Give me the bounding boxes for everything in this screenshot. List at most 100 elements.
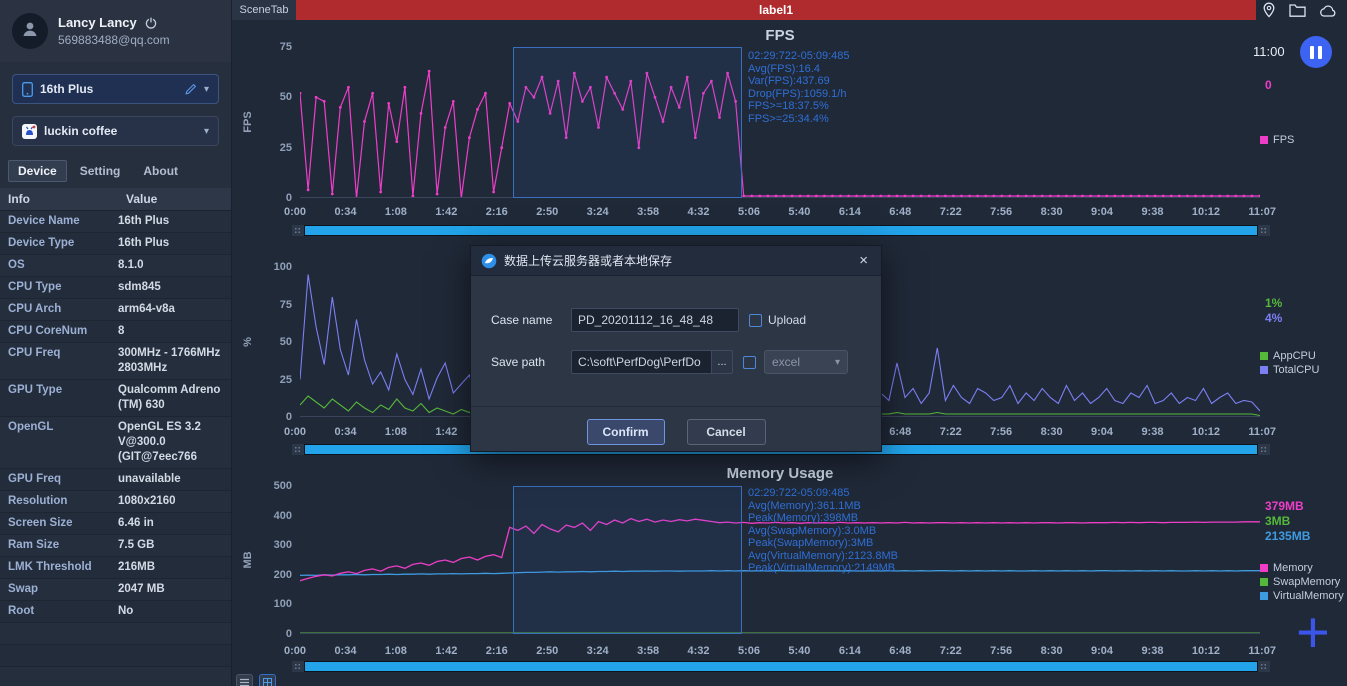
- scrollbar-left-grip[interactable]: [292, 444, 304, 455]
- fps-selection-box[interactable]: [513, 47, 742, 198]
- y-tick: 100: [273, 261, 292, 273]
- add-chart-button[interactable]: +: [1296, 604, 1330, 662]
- memory-y-axis-label: MB: [242, 551, 254, 569]
- case-name-input[interactable]: [571, 308, 739, 332]
- info-row: [0, 667, 231, 686]
- legend-item[interactable]: TotalCPU: [1260, 363, 1319, 377]
- legend-item[interactable]: Memory: [1260, 561, 1344, 575]
- info-row: OS 8.1.0: [0, 255, 231, 277]
- xtick: 1:08: [384, 206, 407, 218]
- info-row: [0, 645, 231, 667]
- scrollbar-thumb[interactable]: [304, 661, 1258, 672]
- dialog-footer: Confirm Cancel: [471, 406, 881, 445]
- tab-about[interactable]: About: [133, 160, 188, 182]
- bottom-grid-view-button[interactable]: [259, 674, 276, 686]
- power-icon[interactable]: [145, 17, 157, 29]
- browse-button[interactable]: ...: [711, 350, 733, 374]
- export-checkbox[interactable]: [743, 355, 756, 369]
- person-icon: [20, 19, 40, 44]
- cpu-legend: AppCPU TotalCPU: [1260, 349, 1319, 377]
- xtick: 1:42: [435, 426, 458, 438]
- legend-swatch: [1260, 352, 1268, 360]
- fps-chart-title: FPS: [765, 27, 795, 44]
- info-row: CPU Arch arm64-v8a: [0, 299, 231, 321]
- memory-axis-baseline: [300, 633, 1260, 634]
- scrollbar-left-grip[interactable]: [292, 225, 304, 236]
- stat-line: Peak(VirtualMemory):2149MB: [748, 562, 896, 574]
- device-select[interactable]: 16th Plus ▾: [12, 74, 219, 104]
- cpu-y-ticks: 0 25 50 75 100: [260, 261, 292, 423]
- y-tick: 0: [285, 411, 292, 423]
- stat-line: Avg(SwapMemory):3.0MB: [748, 524, 877, 537]
- sidebar: Lancy Lancy 569883488@qq.com 16th Plus ▾…: [0, 0, 232, 686]
- xtick: 1:08: [384, 645, 407, 657]
- info-row: GPU Freq unavailable: [0, 469, 231, 491]
- folder-icon[interactable]: [1289, 3, 1306, 17]
- info-row: [0, 623, 231, 645]
- upload-checkbox[interactable]: [749, 313, 762, 327]
- scrollbar-right-grip[interactable]: [1258, 444, 1270, 455]
- format-select[interactable]: excel ▾: [764, 350, 848, 374]
- confirm-button[interactable]: Confirm: [586, 419, 665, 445]
- legend-swatch: [1260, 136, 1268, 144]
- stat-line: FPS>=25:34.4%: [748, 112, 829, 125]
- info-row: CPU Type sdm845: [0, 277, 231, 299]
- chevron-down-icon: ▾: [834, 356, 840, 368]
- stat-line: 02:29:722-05:09:485: [748, 487, 850, 499]
- pause-button[interactable]: [1300, 36, 1332, 68]
- info-row: CPU Freq 300MHz - 1766MHz 2803MHz: [0, 343, 231, 380]
- location-pin-icon[interactable]: [1262, 2, 1276, 18]
- device-select-label: 16th Plus: [40, 82, 94, 96]
- info-row: Screen Size 6.46 in: [0, 513, 231, 535]
- xtick: 5:40: [788, 206, 811, 218]
- xtick: 6:48: [889, 426, 912, 438]
- label-bar[interactable]: label1: [296, 0, 1256, 20]
- fps-chart-plot[interactable]: 02:29:722-05:09:485 Avg(FPS):16.4 Var(FPS)…: [298, 47, 1262, 200]
- y-tick: 200: [273, 568, 292, 581]
- memory-chart-plot[interactable]: 02:29:722-05:09:485 Avg(Memory):361.1MB Pe…: [299, 486, 1260, 634]
- current-value: 3MB: [1265, 514, 1291, 528]
- fps-stats: 02:29:722-05:09:485 Avg(FPS):16.4 Var(FPS)…: [748, 50, 850, 125]
- xtick: 8:30: [1040, 206, 1063, 218]
- info-row: Resolution 1080x2160: [0, 491, 231, 513]
- info-header-key: Info: [8, 192, 30, 206]
- y-tick: 0: [285, 628, 292, 640]
- avatar[interactable]: [12, 13, 48, 49]
- legend-label: TotalCPU: [1273, 364, 1320, 376]
- legend-item[interactable]: SwapMemory: [1260, 575, 1344, 589]
- stat-line: Peak(Memory):398MB: [748, 512, 859, 524]
- user-meta: Lancy Lancy 569883488@qq.com: [58, 15, 170, 47]
- pause-icon: [1318, 45, 1322, 59]
- memory-selection-box[interactable]: [513, 486, 742, 634]
- cpu-current-values: 1% 4%: [1265, 296, 1282, 326]
- xtick: 9:38: [1141, 206, 1164, 218]
- scrollbar-thumb[interactable]: [304, 225, 1258, 236]
- scrollbar-left-grip[interactable]: [292, 661, 304, 672]
- cloud-icon[interactable]: [1319, 4, 1337, 17]
- pause-icon: [1310, 45, 1314, 59]
- user-name: Lancy Lancy: [58, 15, 137, 30]
- memory-scrollbar[interactable]: [292, 661, 1270, 672]
- tab-setting[interactable]: Setting: [70, 160, 131, 182]
- chevron-down-icon: ▾: [203, 125, 209, 137]
- xtick: 5:06: [737, 206, 760, 218]
- fps-scrollbar[interactable]: [292, 225, 1270, 236]
- edit-device-icon[interactable]: [185, 83, 197, 95]
- xtick: 3:58: [637, 206, 660, 218]
- fps-current-time: 11:00: [1253, 44, 1285, 59]
- scene-tab[interactable]: SceneTab: [232, 0, 296, 20]
- legend-item[interactable]: AppCPU: [1260, 349, 1319, 363]
- tab-device[interactable]: Device: [8, 160, 67, 182]
- scrollbar-right-grip[interactable]: [1258, 225, 1270, 236]
- app-select[interactable]: luckin coffee ▾: [12, 116, 219, 146]
- legend-item[interactable]: FPS: [1260, 133, 1294, 147]
- memory-current-values: 379MB 3MB 2135MB: [1265, 499, 1310, 544]
- scrollbar-right-grip[interactable]: [1258, 661, 1270, 672]
- dialog-titlebar[interactable]: 数据上传云服务器或者本地保存 ×: [471, 246, 881, 276]
- chevron-down-icon: ▾: [203, 83, 209, 95]
- close-icon[interactable]: ×: [856, 252, 871, 269]
- stat-line: Drop(FPS):1059.1/h: [748, 87, 847, 100]
- bottom-list-view-button[interactable]: [236, 674, 253, 686]
- cancel-button[interactable]: Cancel: [686, 419, 766, 445]
- save-path-input[interactable]: [571, 350, 711, 374]
